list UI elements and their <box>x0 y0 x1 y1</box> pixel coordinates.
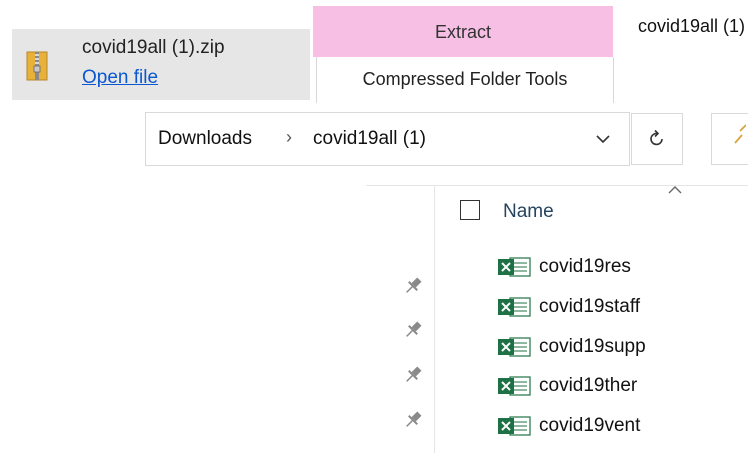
pin-icon <box>406 321 422 337</box>
list-header-border <box>366 185 748 186</box>
download-file-name: covid19all (1).zip <box>82 37 225 58</box>
file-name: covid19ther <box>539 375 638 396</box>
address-history-dropdown[interactable] <box>584 120 622 158</box>
pin-icon <box>406 366 422 382</box>
breadcrumb-downloads[interactable]: Downloads <box>158 128 252 150</box>
refresh-icon <box>650 129 663 146</box>
excel-file-icon <box>498 297 531 317</box>
pin-icon <box>406 277 422 293</box>
chevron-down-icon <box>596 135 610 144</box>
search-box[interactable] <box>711 113 748 165</box>
excel-file-icon <box>498 376 531 396</box>
tab-extract[interactable]: Extract <box>313 6 613 57</box>
tab-extract-label: Extract <box>434 22 491 42</box>
navigation-pane-divider[interactable] <box>434 186 435 453</box>
zip-file-icon <box>26 51 48 81</box>
file-name: covid19vent <box>539 415 641 436</box>
file-name: covid19res <box>539 256 631 277</box>
search-icon <box>734 124 746 144</box>
sort-ascending-icon <box>668 186 682 194</box>
compressed-folder-tools-group: Compressed Folder Tools <box>316 57 614 103</box>
breadcrumb-separator[interactable]: › <box>286 127 292 148</box>
window-title: covid19all (1) <box>638 16 746 36</box>
refresh-button[interactable] <box>631 113 683 165</box>
file-name: covid19supp <box>539 336 646 357</box>
address-bar[interactable]: Downloads › covid19all (1) <box>145 112 630 166</box>
breadcrumb-current-folder[interactable]: covid19all (1) <box>313 128 426 150</box>
download-item[interactable]: covid19all (1).zip Open file <box>12 29 310 100</box>
file-name: covid19staff <box>539 296 641 317</box>
excel-file-icon <box>498 416 531 436</box>
compressed-folder-tools-label: Compressed Folder Tools <box>362 69 568 89</box>
excel-file-icon <box>498 337 531 357</box>
select-all-checkbox[interactable] <box>460 200 480 220</box>
pin-icon <box>406 411 422 427</box>
excel-file-icon <box>498 257 531 277</box>
open-file-link[interactable]: Open file <box>82 67 158 89</box>
column-header-name[interactable]: Name <box>503 201 554 223</box>
